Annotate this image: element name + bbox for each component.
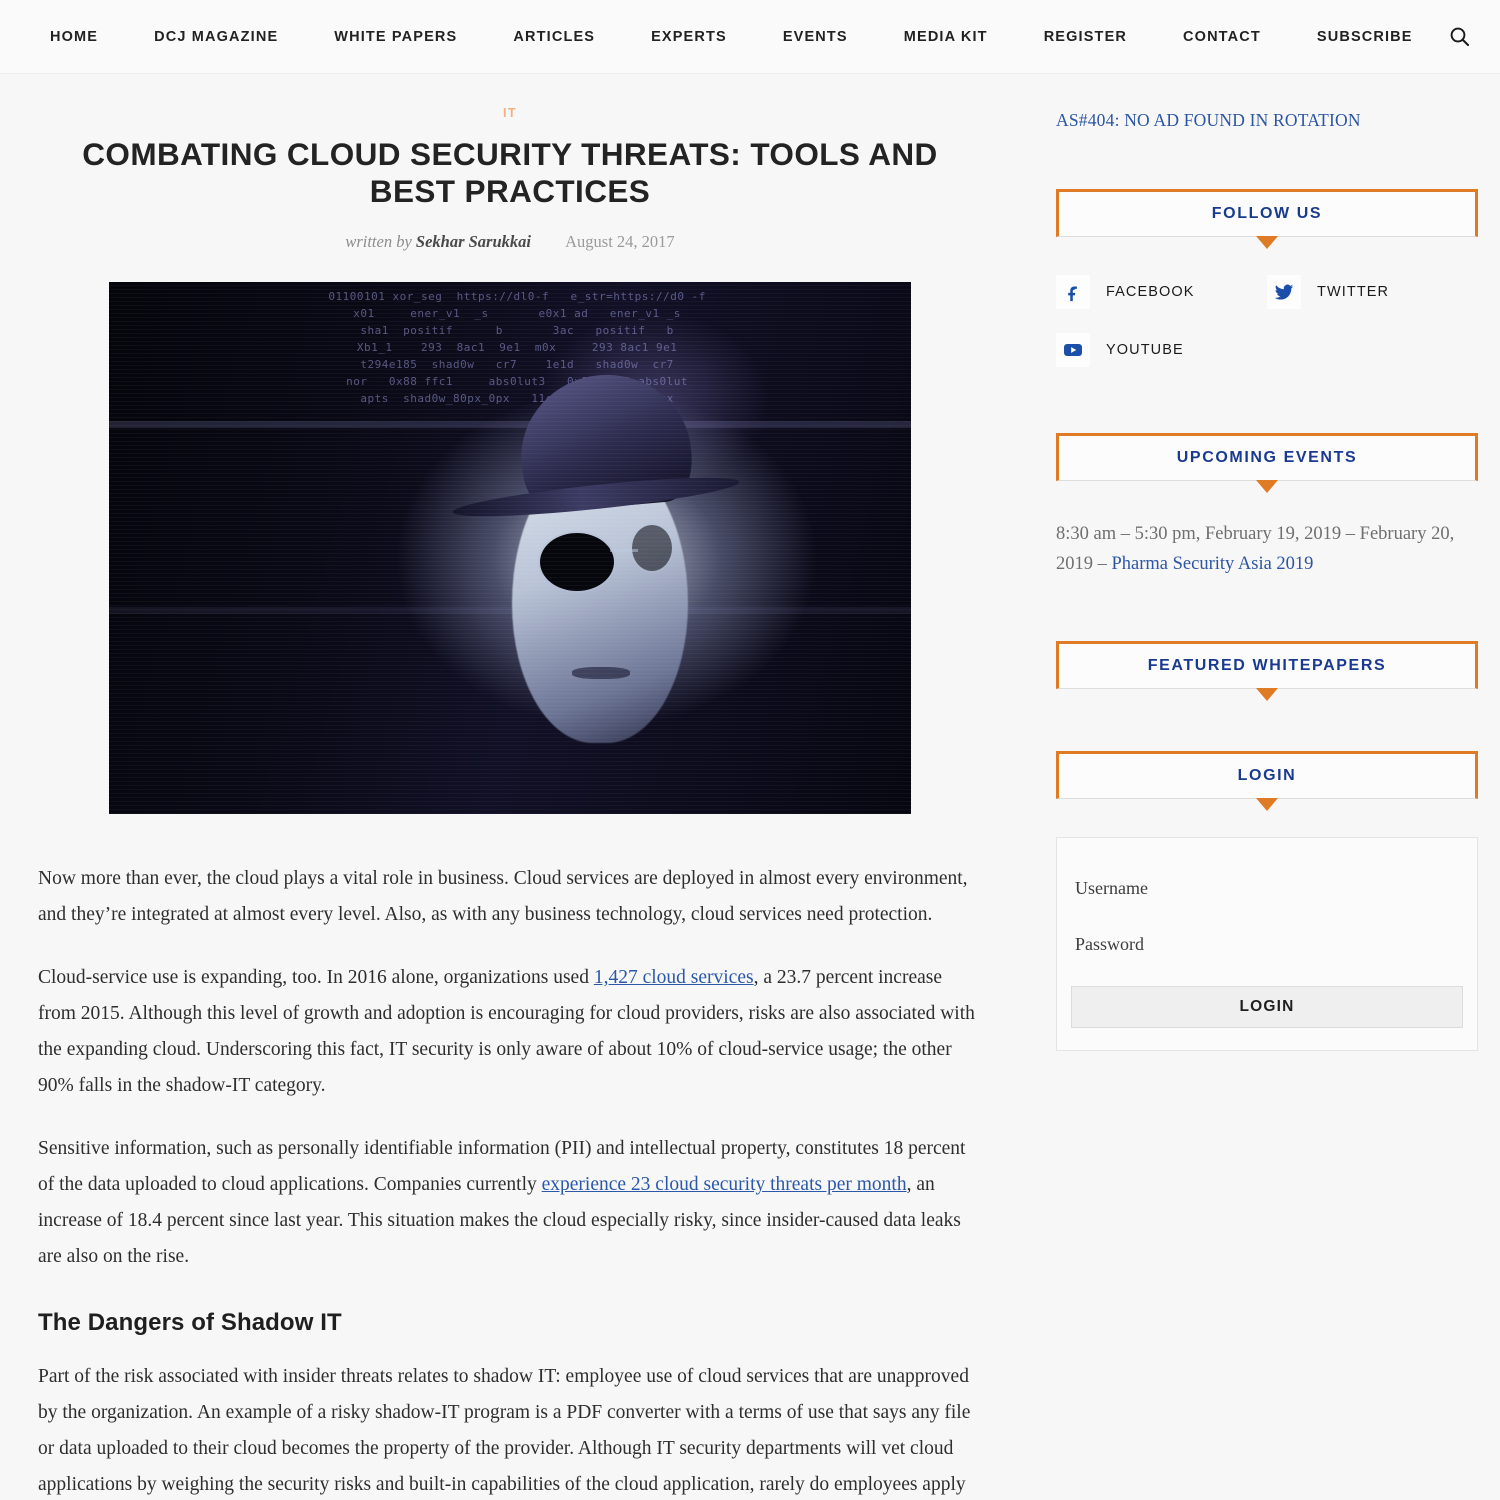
widget-arrow-icon bbox=[1256, 688, 1278, 701]
social-links-grid: FACEBOOK TWITTER YOUTUBE bbox=[1056, 275, 1478, 367]
youtube-icon bbox=[1056, 333, 1090, 367]
widget-title: FEATURED WHITEPAPERS bbox=[1147, 657, 1387, 674]
article-author[interactable]: Sekhar Sarukkai bbox=[416, 232, 531, 251]
byline: written by Sekhar Sarukkai August 24, 20… bbox=[20, 232, 1000, 252]
search-icon[interactable] bbox=[1449, 17, 1470, 57]
nav-item-articles[interactable]: ARTICLES bbox=[485, 29, 623, 45]
sidebar: AS#404: NO AD FOUND IN ROTATION FOLLOW U… bbox=[1020, 74, 1500, 1500]
facebook-icon bbox=[1056, 275, 1090, 309]
paragraph-text: Now more than ever, the cloud plays a vi… bbox=[38, 868, 968, 926]
top-navigation-bar: HOME DCJ MAGAZINE WHITE PAPERS ARTICLES EXPE… bbox=[0, 0, 1500, 74]
article-paragraph: Now more than ever, the cloud plays a vi… bbox=[38, 861, 982, 933]
hero-scanlines bbox=[109, 282, 911, 815]
widget-header: FOLLOW US bbox=[1056, 189, 1478, 249]
nav-item-home[interactable]: HOME bbox=[24, 29, 126, 45]
nav-item-white-papers[interactable]: WHITE PAPERS bbox=[306, 29, 485, 45]
article-body: Now more than ever, the cloud plays a vi… bbox=[20, 861, 1000, 1500]
article-hero-image: 01100101 xor_seg https://dl0-f e_str=htt… bbox=[109, 282, 911, 815]
widget-header: LOGIN bbox=[1056, 751, 1478, 811]
section-heading: The Dangers of Shadow IT bbox=[38, 1309, 342, 1337]
article-category-link[interactable]: IT bbox=[503, 106, 517, 120]
widget-follow-us: FOLLOW US FACEBOOK TWITTER YOUTUBE bbox=[1056, 189, 1478, 367]
nav-item-media-kit[interactable]: MEDIA KIT bbox=[876, 29, 1016, 45]
hero-image-wrapper: 01100101 xor_seg https://dl0-f e_str=htt… bbox=[20, 282, 1000, 819]
search-glyph bbox=[1450, 27, 1469, 47]
nav-item-contact[interactable]: CONTACT bbox=[1155, 29, 1289, 45]
login-button[interactable]: LOGIN bbox=[1071, 986, 1463, 1028]
widget-featured-whitepapers: FEATURED WHITEPAPERS bbox=[1056, 641, 1478, 701]
social-link-youtube[interactable]: YOUTUBE bbox=[1056, 333, 1267, 367]
widget-title: UPCOMING EVENTS bbox=[1176, 449, 1358, 466]
widget-body: LOGIN bbox=[1056, 799, 1478, 1051]
widget-body: 8:30 am – 5:30 pm, February 19, 2019 – F… bbox=[1056, 481, 1478, 579]
nav-item-subscribe[interactable]: SUBSCRIBE bbox=[1289, 29, 1441, 45]
widget-title: FOLLOW US bbox=[1211, 205, 1323, 222]
main-menu: HOME DCJ MAGAZINE WHITE PAPERS ARTICLES EXPE… bbox=[24, 29, 1441, 45]
widget-arrow-icon bbox=[1256, 798, 1278, 811]
category-line: IT bbox=[20, 104, 1000, 122]
written-by-label: written by bbox=[345, 232, 412, 252]
widget-title: LOGIN bbox=[1237, 767, 1297, 784]
nav-item-register[interactable]: REGISTER bbox=[1016, 29, 1155, 45]
widget-login: LOGIN LOGIN bbox=[1056, 751, 1478, 1051]
nav-item-events[interactable]: EVENTS bbox=[755, 29, 876, 45]
inline-link[interactable]: experience 23 cloud security threats per… bbox=[542, 1174, 907, 1195]
paragraph-text: Cloud-service use is expanding, too. In … bbox=[38, 967, 594, 989]
username-input[interactable] bbox=[1071, 860, 1463, 916]
widget-body: FACEBOOK TWITTER YOUTUBE bbox=[1056, 237, 1478, 367]
article-main: IT COMBATING CLOUD SECURITY THREATS: TOO… bbox=[0, 74, 1020, 1500]
nav-item-experts[interactable]: EXPERTS bbox=[623, 29, 755, 45]
event-entry: 8:30 am – 5:30 pm, February 19, 2019 – F… bbox=[1056, 519, 1478, 579]
page-title: COMBATING CLOUD SECURITY THREATS: TOOLS … bbox=[82, 136, 938, 210]
inline-link[interactable]: 1,427 cloud services bbox=[594, 967, 754, 988]
social-link-twitter[interactable]: TWITTER bbox=[1267, 275, 1478, 309]
article-paragraph: Part of the risk associated with insider… bbox=[38, 1359, 982, 1500]
paragraph-text: Part of the risk associated with insider… bbox=[38, 1366, 971, 1496]
social-label: TWITTER bbox=[1317, 284, 1390, 300]
password-input[interactable] bbox=[1071, 916, 1463, 972]
social-label: FACEBOOK bbox=[1106, 284, 1195, 300]
nav-item-dcj-magazine[interactable]: DCJ MAGAZINE bbox=[126, 29, 306, 45]
social-link-facebook[interactable]: FACEBOOK bbox=[1056, 275, 1267, 309]
widget-header: FEATURED WHITEPAPERS bbox=[1056, 641, 1478, 701]
article-paragraph: Cloud-service use is expanding, too. In … bbox=[38, 960, 982, 1104]
social-label: YOUTUBE bbox=[1106, 342, 1184, 358]
event-title-link[interactable]: Pharma Security Asia 2019 bbox=[1112, 554, 1314, 574]
page-container: IT COMBATING CLOUD SECURITY THREATS: TOO… bbox=[0, 74, 1500, 1500]
widget-upcoming-events: UPCOMING EVENTS 8:30 am – 5:30 pm, Febru… bbox=[1056, 433, 1478, 579]
widget-arrow-icon bbox=[1256, 236, 1278, 249]
widget-arrow-icon bbox=[1256, 480, 1278, 493]
twitter-icon bbox=[1267, 275, 1301, 309]
article-date: August 24, 2017 bbox=[565, 232, 675, 252]
login-form: LOGIN bbox=[1056, 837, 1478, 1051]
ad-rotation-notice[interactable]: AS#404: NO AD FOUND IN ROTATION bbox=[1056, 110, 1478, 131]
article-paragraph: Sensitive information, such as personall… bbox=[38, 1131, 982, 1275]
widget-header: UPCOMING EVENTS bbox=[1056, 433, 1478, 493]
